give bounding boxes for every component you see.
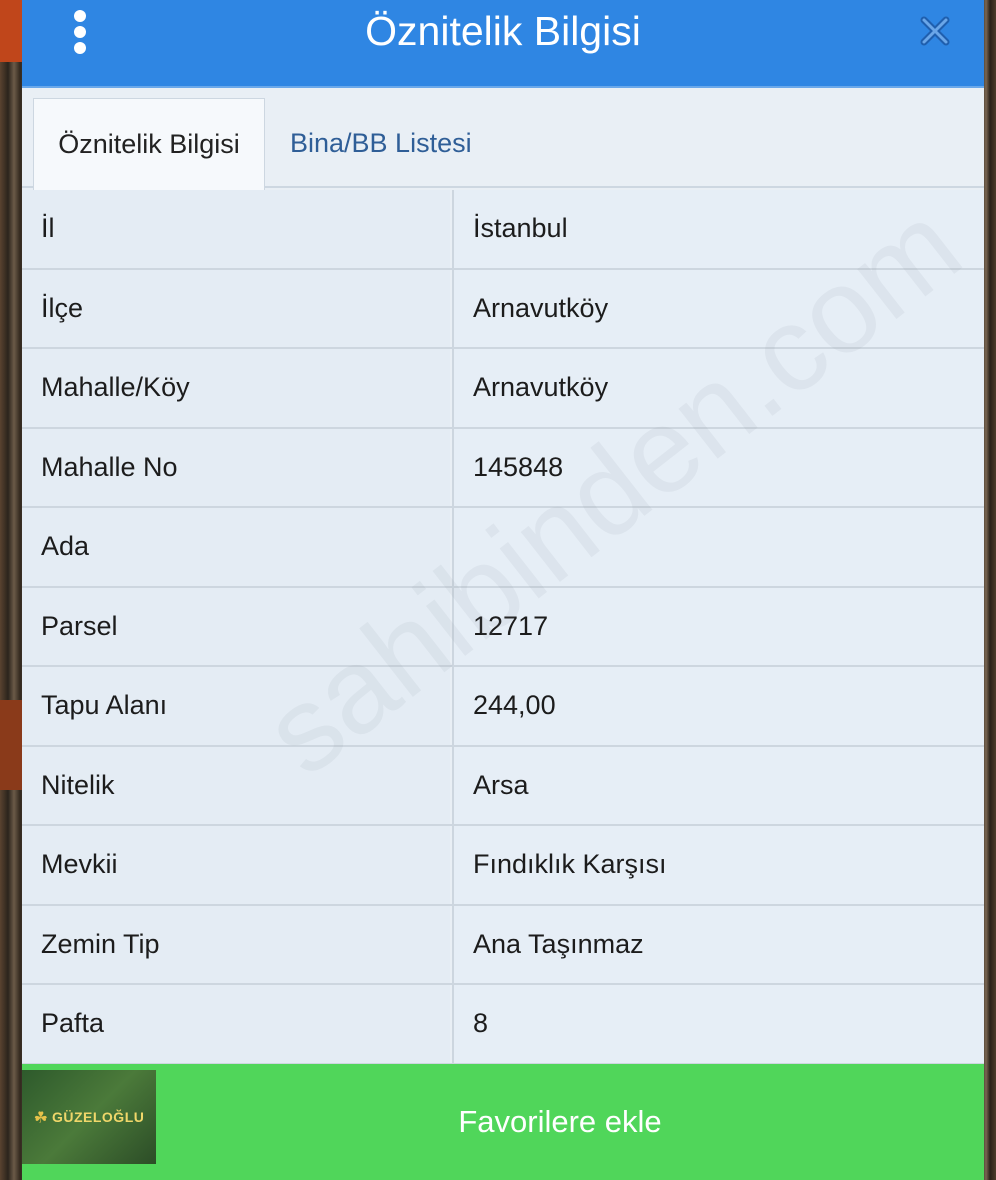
table-row: Mahalle/Köy Arnavutköy xyxy=(22,349,984,429)
panel-header: Öznitelik Bilgisi xyxy=(22,0,984,88)
table-row: Parsel 12717 xyxy=(22,587,984,667)
table-row: Mahalle No 145848 xyxy=(22,428,984,508)
table-row: Pafta 8 xyxy=(22,985,984,1065)
attribute-value: 244,00 xyxy=(452,667,984,745)
attribute-label: İlçe xyxy=(22,269,450,347)
attribute-label: Tapu Alanı xyxy=(22,667,450,745)
table-row: Zemin Tip Ana Taşınmaz xyxy=(22,905,984,985)
attribute-label: Pafta xyxy=(22,985,450,1063)
logo-text: GÜZELOĞLU xyxy=(51,1109,145,1125)
attribute-value: 12717 xyxy=(452,587,984,665)
tab-attribute-info[interactable]: Öznitelik Bilgisi xyxy=(33,98,265,190)
add-to-favorites-label: Favorilere ekle xyxy=(458,1104,662,1139)
attribute-value: Arnavutköy xyxy=(452,269,984,347)
attribute-value: 145848 xyxy=(452,428,984,506)
attribute-label: Ada xyxy=(22,508,450,586)
tab-bar: Öznitelik Bilgisi Bina/BB Listesi xyxy=(22,88,984,190)
attribute-label: Parsel xyxy=(22,587,450,665)
attribute-label: Nitelik xyxy=(22,746,450,824)
backdrop-patch xyxy=(0,0,22,62)
panel-title: Öznitelik Bilgisi xyxy=(365,8,641,54)
attribute-value: Arsa xyxy=(452,746,984,824)
table-row: İl İstanbul xyxy=(22,190,984,270)
table-row: İlçe Arnavutköy xyxy=(22,269,984,349)
backdrop-patch xyxy=(0,700,22,790)
attribute-label: Mahalle No xyxy=(22,428,450,506)
tab-building-list[interactable]: Bina/BB Listesi xyxy=(290,98,510,188)
table-row: Nitelik Arsa xyxy=(22,746,984,826)
table-row: Mevkii Fındıklık Karşısı xyxy=(22,826,984,906)
attribute-panel: Öznitelik Bilgisi Öznitelik Bilgisi Bina… xyxy=(22,0,985,1180)
agency-logo: ☘ GÜZELOĞLU xyxy=(22,1070,156,1164)
close-icon[interactable] xyxy=(918,14,952,48)
attribute-value: Fındıklık Karşısı xyxy=(452,826,984,904)
attribute-value: 8 xyxy=(452,985,984,1063)
attribute-label: İl xyxy=(22,190,450,268)
attribute-label: Mevkii xyxy=(22,826,450,904)
add-to-favorites-button[interactable]: Favorilere ekle xyxy=(156,1064,984,1180)
panel-footer: ☘ GÜZELOĞLU Favorilere ekle xyxy=(22,1064,984,1180)
attribute-value: Ana Taşınmaz xyxy=(452,905,984,983)
attribute-label: Mahalle/Köy xyxy=(22,349,450,427)
attribute-value xyxy=(452,508,984,586)
table-row: Ada xyxy=(22,508,984,588)
attribute-label: Zemin Tip xyxy=(22,905,450,983)
attribute-value: Arnavutköy xyxy=(452,349,984,427)
table-row: Tapu Alanı 244,00 xyxy=(22,667,984,747)
attribute-table: İl İstanbul İlçe Arnavutköy Mahalle/Köy … xyxy=(22,190,984,1065)
attribute-value: İstanbul xyxy=(452,190,984,268)
logo-icon: ☘ xyxy=(33,1107,48,1127)
